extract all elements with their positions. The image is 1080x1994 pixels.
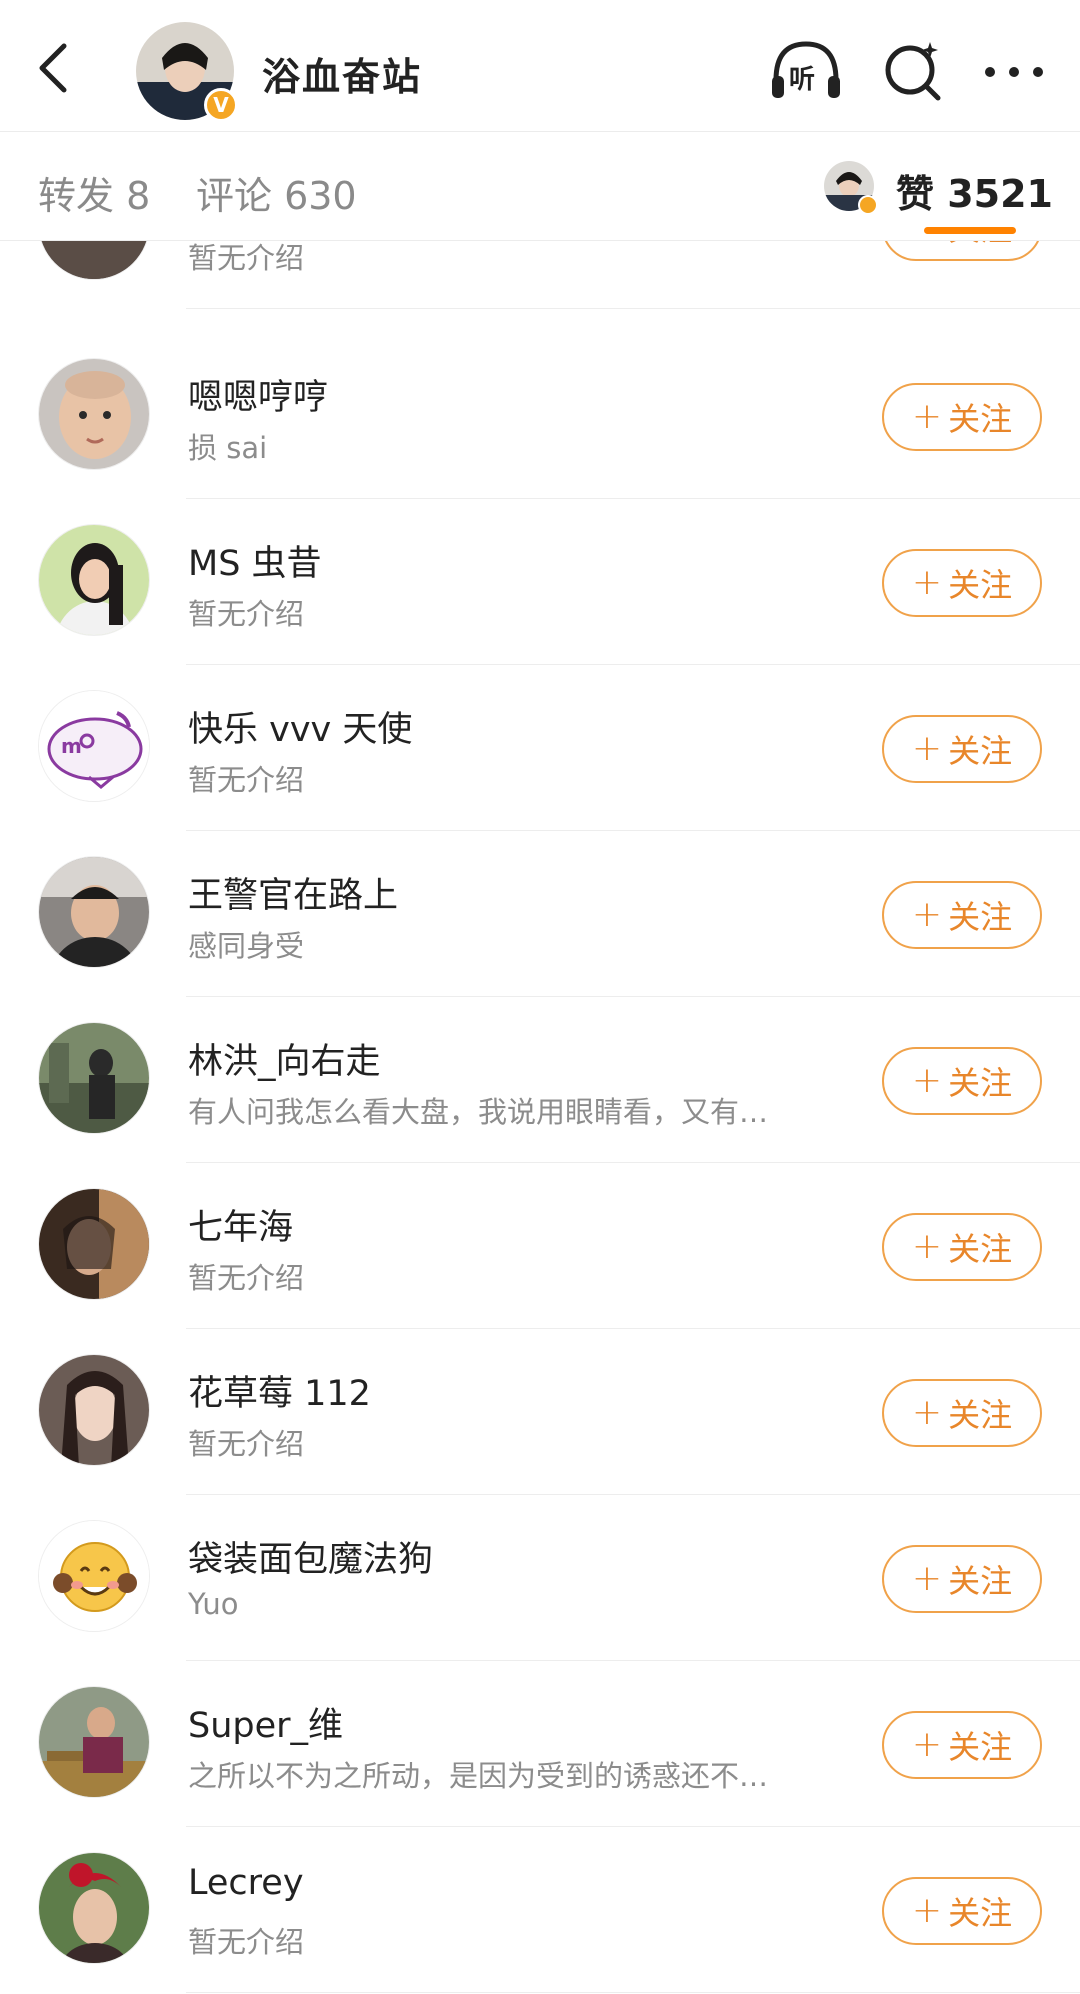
list-item[interactable]: Super_维 之所以不为之所动，是因为受到的诱惑还不… + 关注 xyxy=(0,1661,1080,1827)
follow-label: 关注 xyxy=(948,898,1013,936)
user-bio: 感同身受 xyxy=(188,929,305,963)
follow-button[interactable]: +关注 xyxy=(882,1047,1042,1115)
follow-label: 关注 xyxy=(948,1562,1013,1600)
user-bio: 损 sai xyxy=(188,431,268,465)
top-nav-bar: V 浴血奋站 听 xyxy=(0,0,1080,132)
list-item[interactable]: m 快乐 vvv 天使 暂无介绍 + 关注 xyxy=(0,665,1080,831)
follow-label: 关注 xyxy=(948,1064,1013,1102)
user-name[interactable]: 嗯嗯哼哼 xyxy=(188,369,328,420)
user-name[interactable]: 林洪_向右走 xyxy=(188,1033,381,1084)
follow-button[interactable]: +关注 xyxy=(882,715,1042,783)
user-name[interactable]: 王警官在路上 xyxy=(188,867,398,918)
tab-like[interactable]: 赞 3521 xyxy=(896,163,1053,218)
verified-badge-icon xyxy=(858,195,878,215)
list-item[interactable]: 嗯嗯哼哼 损 sai + 关注 xyxy=(0,333,1080,499)
follow-label: 关注 xyxy=(948,1728,1013,1766)
list-item[interactable]: MS 虫昔 暂无介绍 + 关注 xyxy=(0,499,1080,665)
follow-button[interactable]: +关注 xyxy=(882,383,1042,451)
interaction-tabs: 转发 8 评论 630 赞 3521 xyxy=(0,133,1080,241)
avatar[interactable] xyxy=(38,856,150,968)
follow-button[interactable]: +关注 xyxy=(882,881,1042,949)
follow-button[interactable]: +关注 xyxy=(882,549,1042,617)
tab-repost[interactable]: 转发 8 xyxy=(38,165,150,220)
listen-icon[interactable]: 听 xyxy=(768,36,844,106)
follow-button[interactable]: +关注 xyxy=(882,1379,1042,1447)
user-bio: Yuo xyxy=(188,1587,239,1621)
user-bio: 有人问我怎么看大盘，我说用眼睛看，又有… xyxy=(188,1095,769,1129)
user-name[interactable]: 七年海 xyxy=(188,1199,293,1250)
user-name[interactable]: MS 虫昔 xyxy=(188,535,322,586)
page-title[interactable]: 浴血奋站 xyxy=(262,46,422,101)
active-tab-indicator xyxy=(924,227,1016,234)
user-name[interactable]: Super_维 xyxy=(188,1697,343,1748)
follow-label: 关注 xyxy=(948,1230,1013,1268)
follow-button[interactable]: +关注 xyxy=(882,1545,1042,1613)
avatar[interactable]: m xyxy=(38,690,150,802)
avatar[interactable] xyxy=(38,1686,150,1798)
avatar[interactable] xyxy=(38,524,150,636)
user-name[interactable]: 花草莓 112 xyxy=(188,1365,371,1416)
divider xyxy=(186,308,1080,309)
follow-button[interactable]: +关注 xyxy=(882,1213,1042,1281)
liker-list: 暂无介绍 +关注 嗯嗯哼哼 损 sai +关注 MS 虫昔 暂无介绍 +关注 m… xyxy=(0,0,1080,1994)
user-name[interactable]: Lecrey xyxy=(188,1863,304,1903)
user-bio: 暂无介绍 xyxy=(188,241,305,275)
user-bio: 之所以不为之所动，是因为受到的诱惑还不… xyxy=(188,1759,769,1793)
list-item[interactable]: 林洪_向右走 有人问我怎么看大盘，我说用眼睛看，又有… + 关注 xyxy=(0,997,1080,1163)
search-icon[interactable] xyxy=(876,36,952,106)
divider xyxy=(186,1992,1080,1993)
follow-label: 关注 xyxy=(948,1396,1013,1434)
user-name[interactable]: 袋装面包魔法狗 xyxy=(188,1531,433,1582)
user-bio: 暂无介绍 xyxy=(188,1261,305,1295)
user-bio: 暂无介绍 xyxy=(188,597,305,631)
user-name[interactable]: 快乐 vvv 天使 xyxy=(188,701,412,752)
follow-button[interactable]: +关注 xyxy=(882,1877,1042,1945)
follow-button[interactable]: +关注 xyxy=(882,1711,1042,1779)
avatar[interactable] xyxy=(38,1188,150,1300)
list-item[interactable]: 七年海 暂无介绍 + 关注 xyxy=(0,1163,1080,1329)
tab-comment[interactable]: 评论 630 xyxy=(196,165,357,220)
user-bio: 暂无介绍 xyxy=(188,1925,305,1959)
avatar[interactable] xyxy=(38,1022,150,1134)
avatar[interactable] xyxy=(38,1520,150,1632)
back-icon[interactable] xyxy=(28,38,84,98)
user-bio: 暂无介绍 xyxy=(188,763,305,797)
list-item[interactable]: 王警官在路上 感同身受 + 关注 xyxy=(0,831,1080,997)
list-item[interactable]: Lecrey 暂无介绍 + 关注 xyxy=(0,1827,1080,1993)
svg-text:m: m xyxy=(61,734,82,758)
list-item[interactable]: 花草莓 112 暂无介绍 + 关注 xyxy=(0,1329,1080,1495)
avatar[interactable] xyxy=(38,1354,150,1466)
list-item[interactable]: 袋装面包魔法狗 Yuo + 关注 xyxy=(0,1495,1080,1661)
follow-label: 关注 xyxy=(948,1894,1013,1932)
svg-text:听: 听 xyxy=(789,65,815,95)
liker-avatar xyxy=(824,161,878,215)
follow-label: 关注 xyxy=(948,566,1013,604)
verified-badge-icon: V xyxy=(204,88,238,122)
follow-label: 关注 xyxy=(948,400,1013,438)
avatar[interactable] xyxy=(38,358,150,470)
follow-label: 关注 xyxy=(948,732,1013,770)
avatar[interactable] xyxy=(38,1852,150,1964)
user-bio: 暂无介绍 xyxy=(188,1427,305,1461)
more-icon[interactable] xyxy=(976,36,1052,106)
author-avatar[interactable]: V xyxy=(136,22,238,122)
